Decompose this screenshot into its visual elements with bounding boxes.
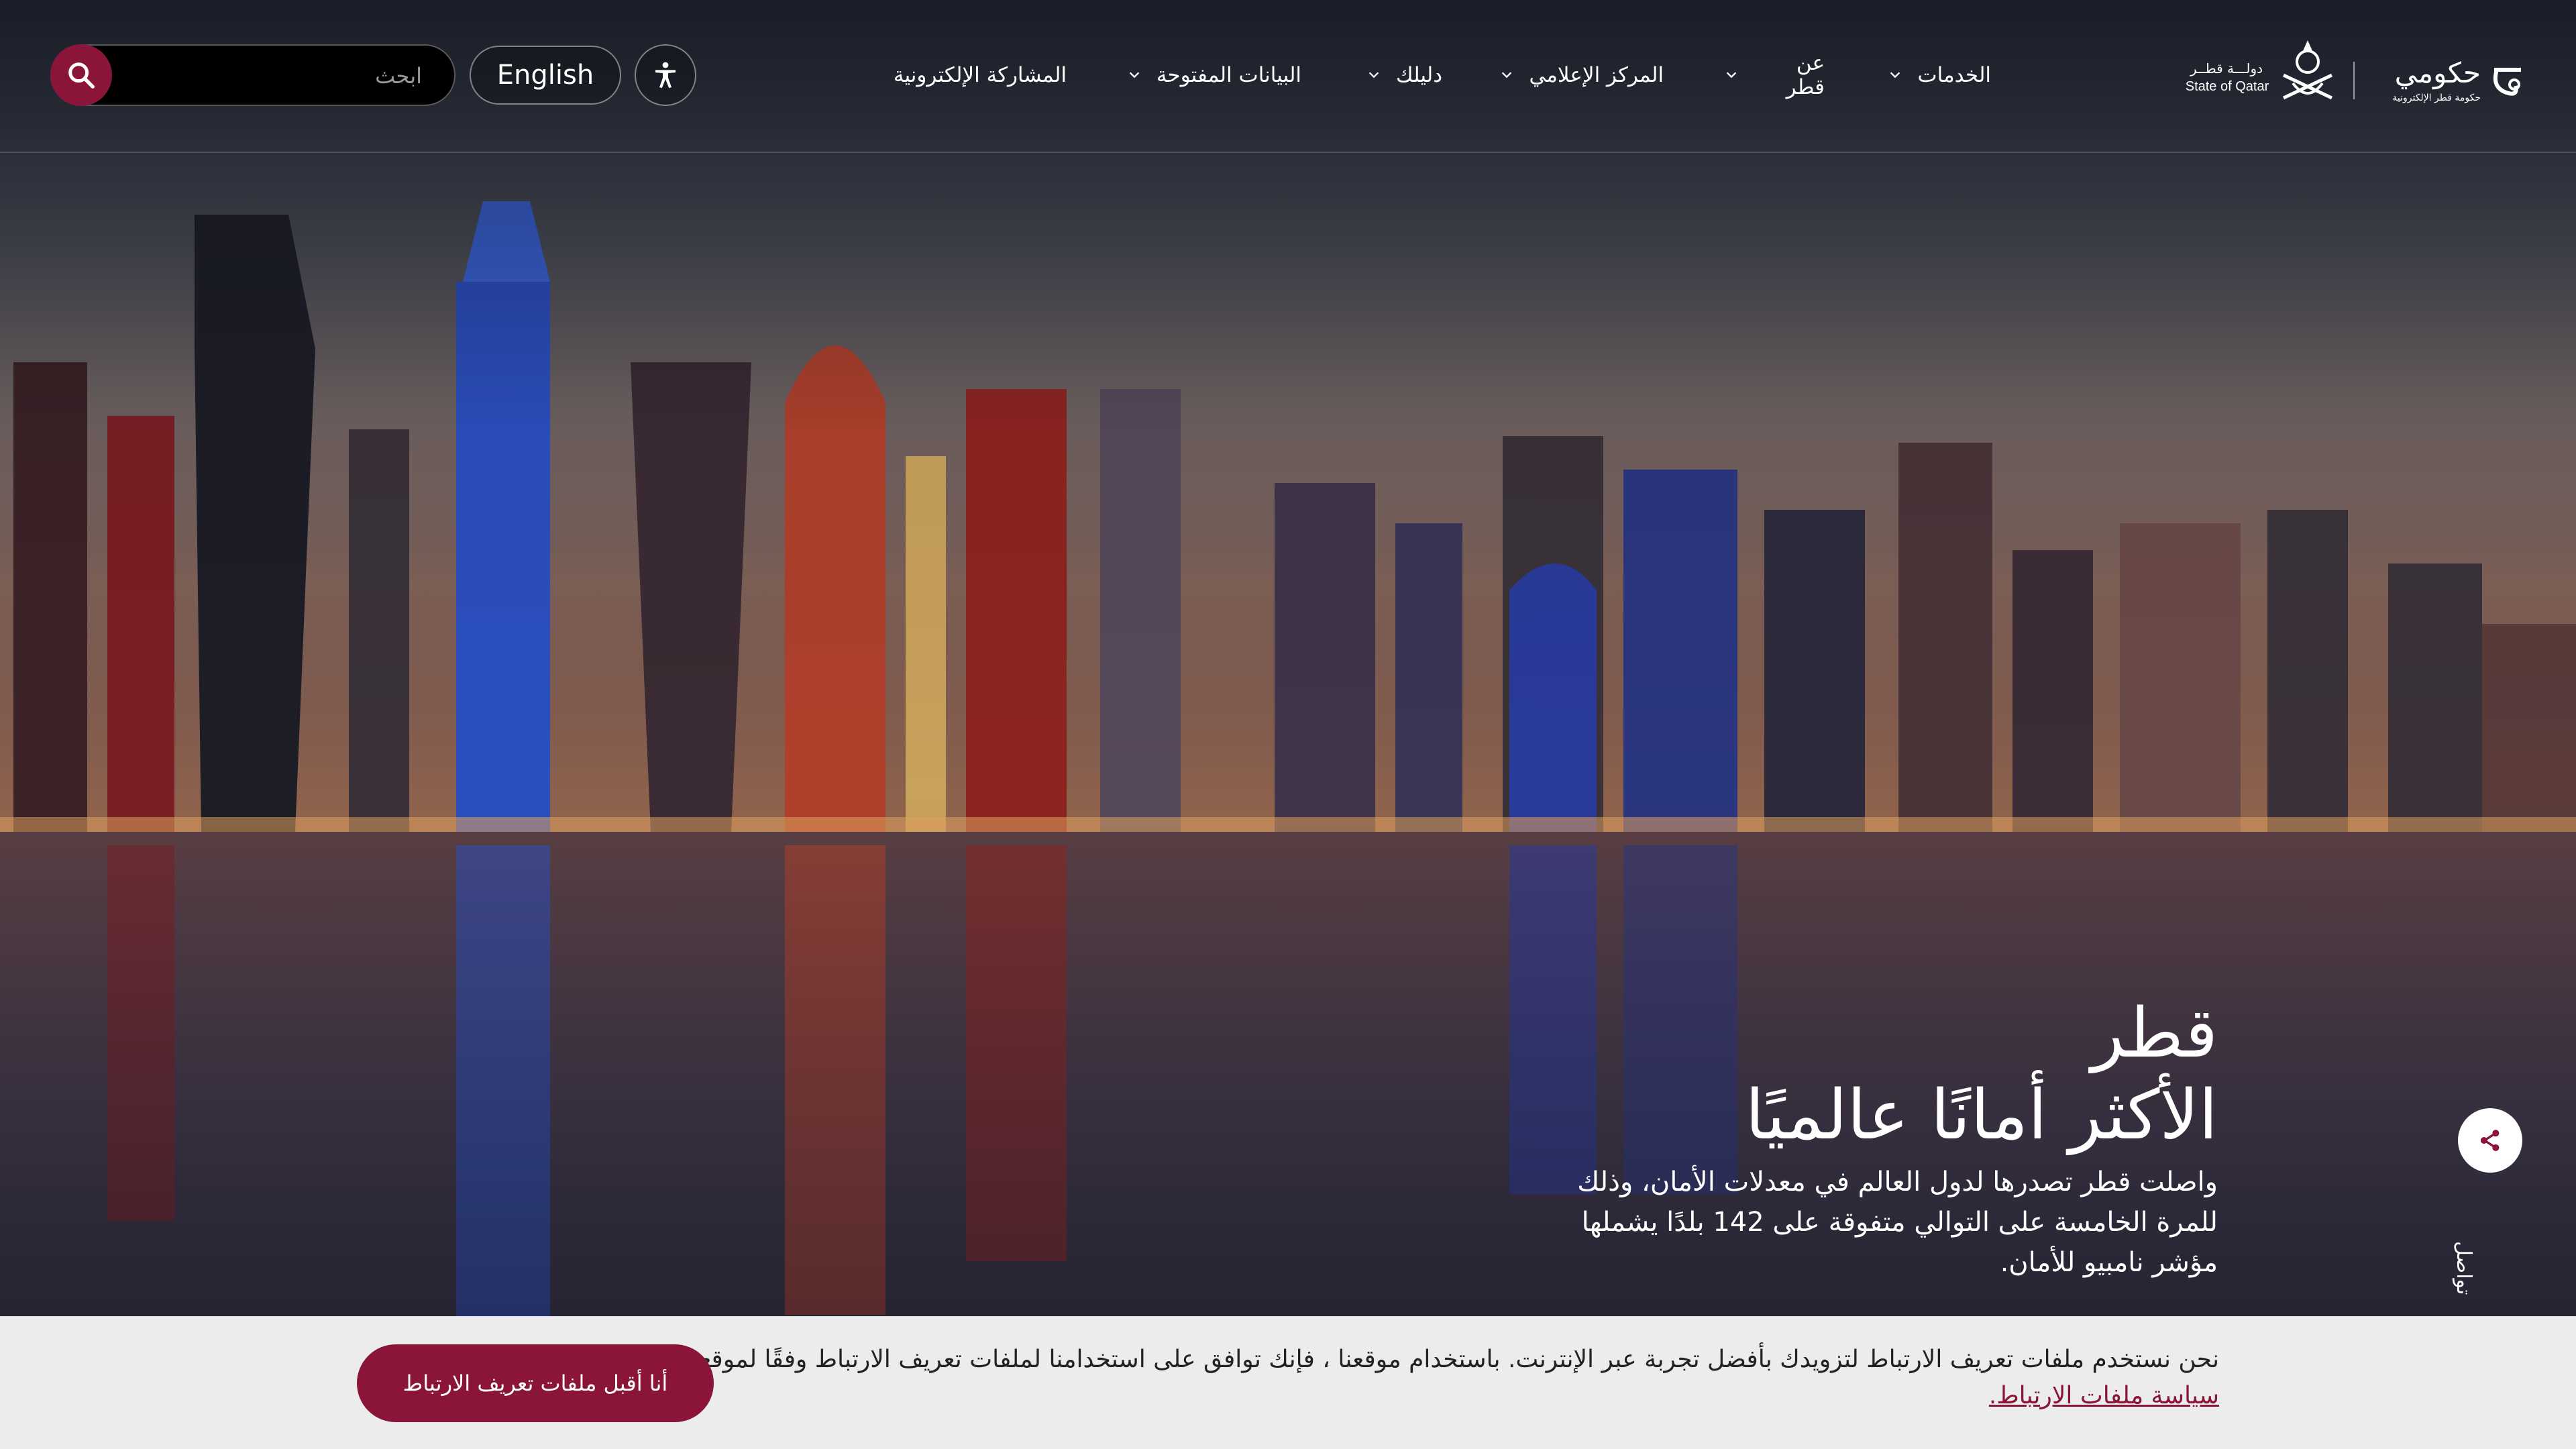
chevron-down-icon: [1888, 68, 1902, 83]
nav-e-participation[interactable]: المشاركة الإلكترونية: [879, 56, 1067, 94]
nav-open-data[interactable]: البيانات المفتوحة: [1120, 56, 1301, 94]
nav-about-qatar[interactable]: عن قطر: [1724, 51, 1825, 99]
nav-your-guide[interactable]: دليلك: [1355, 56, 1442, 94]
search-bar: [50, 44, 455, 106]
nav-services[interactable]: الخدمات: [1884, 56, 1991, 94]
chevron-down-icon: [1366, 68, 1381, 83]
chevron-down-icon: [1499, 68, 1514, 83]
search-input[interactable]: [125, 46, 423, 106]
hukoomi-mark-icon: [2493, 68, 2521, 96]
share-icon: [2480, 1130, 2500, 1151]
state-of-qatar-english: State of Qatar: [2185, 79, 2269, 94]
state-of-qatar-arabic: دولـــة قطــر: [2190, 60, 2263, 76]
search-icon: [68, 62, 95, 89]
language-toggle-button[interactable]: English: [470, 46, 621, 105]
cookie-message-text: نحن نستخدم ملفات تعريف الارتباط لتزويدك …: [685, 1346, 2219, 1373]
share-button[interactable]: [2458, 1108, 2522, 1173]
cookie-policy-link[interactable]: سياسة ملفات الارتباط.: [1989, 1382, 2219, 1409]
hero-title: قطر الأكثر أمانًا عالميًا: [1413, 993, 2218, 1157]
contact-side-label[interactable]: تواصل: [2452, 1241, 2475, 1295]
qatar-emblem-icon: [2282, 40, 2333, 100]
hero-content: قطر الأكثر أمانًا عالميًا واصلت قطر تصدر…: [1413, 993, 2218, 1283]
nav-media-center[interactable]: المركز الإعلامي: [1496, 56, 1664, 94]
hukoomi-logo[interactable]: حكومي حكومة قطر الإلكترونية: [2367, 36, 2528, 117]
cookie-consent-bar: نحن نستخدم ملفات تعريف الارتباط لتزويدك …: [0, 1316, 2576, 1449]
cookie-message: نحن نستخدم ملفات تعريف الارتباط لتزويدك …: [676, 1342, 2219, 1414]
site-header: English الخدمات عن قطر المركز الإعلامي د…: [0, 0, 2576, 153]
hukoomi-tagline: حكومة قطر الإلكترونية: [2392, 93, 2481, 103]
nav-services-label: الخدمات: [1917, 63, 1991, 87]
accept-cookies-button[interactable]: أنا أقبل ملفات تعريف الارتباط: [357, 1344, 714, 1422]
accessibility-button[interactable]: [635, 44, 696, 106]
nav-open-data-label: البيانات المفتوحة: [1156, 63, 1301, 87]
logo-divider: [2353, 62, 2355, 99]
hero-title-line2: الأكثر أمانًا عالميًا: [1745, 1075, 2218, 1155]
state-of-qatar-logo: دولـــة قطــر State of Qatar: [2180, 36, 2333, 117]
chevron-down-icon: [1127, 68, 1142, 83]
nav-media-center-label: المركز الإعلامي: [1529, 63, 1664, 87]
nav-e-participation-label: المشاركة الإلكترونية: [893, 63, 1067, 87]
search-button[interactable]: [50, 44, 112, 106]
nav-about-qatar-label: عن قطر: [1786, 51, 1825, 99]
nav-your-guide-label: دليلك: [1396, 63, 1442, 87]
accessibility-icon: [655, 62, 676, 89]
hero-description: واصلت قطر تصدرها لدول العالم في معدلات ا…: [1577, 1167, 2218, 1278]
chevron-down-icon: [1724, 68, 1739, 83]
hero-title-line1: قطر: [2091, 994, 2218, 1073]
hukoomi-wordmark: حكومي: [2394, 56, 2481, 89]
